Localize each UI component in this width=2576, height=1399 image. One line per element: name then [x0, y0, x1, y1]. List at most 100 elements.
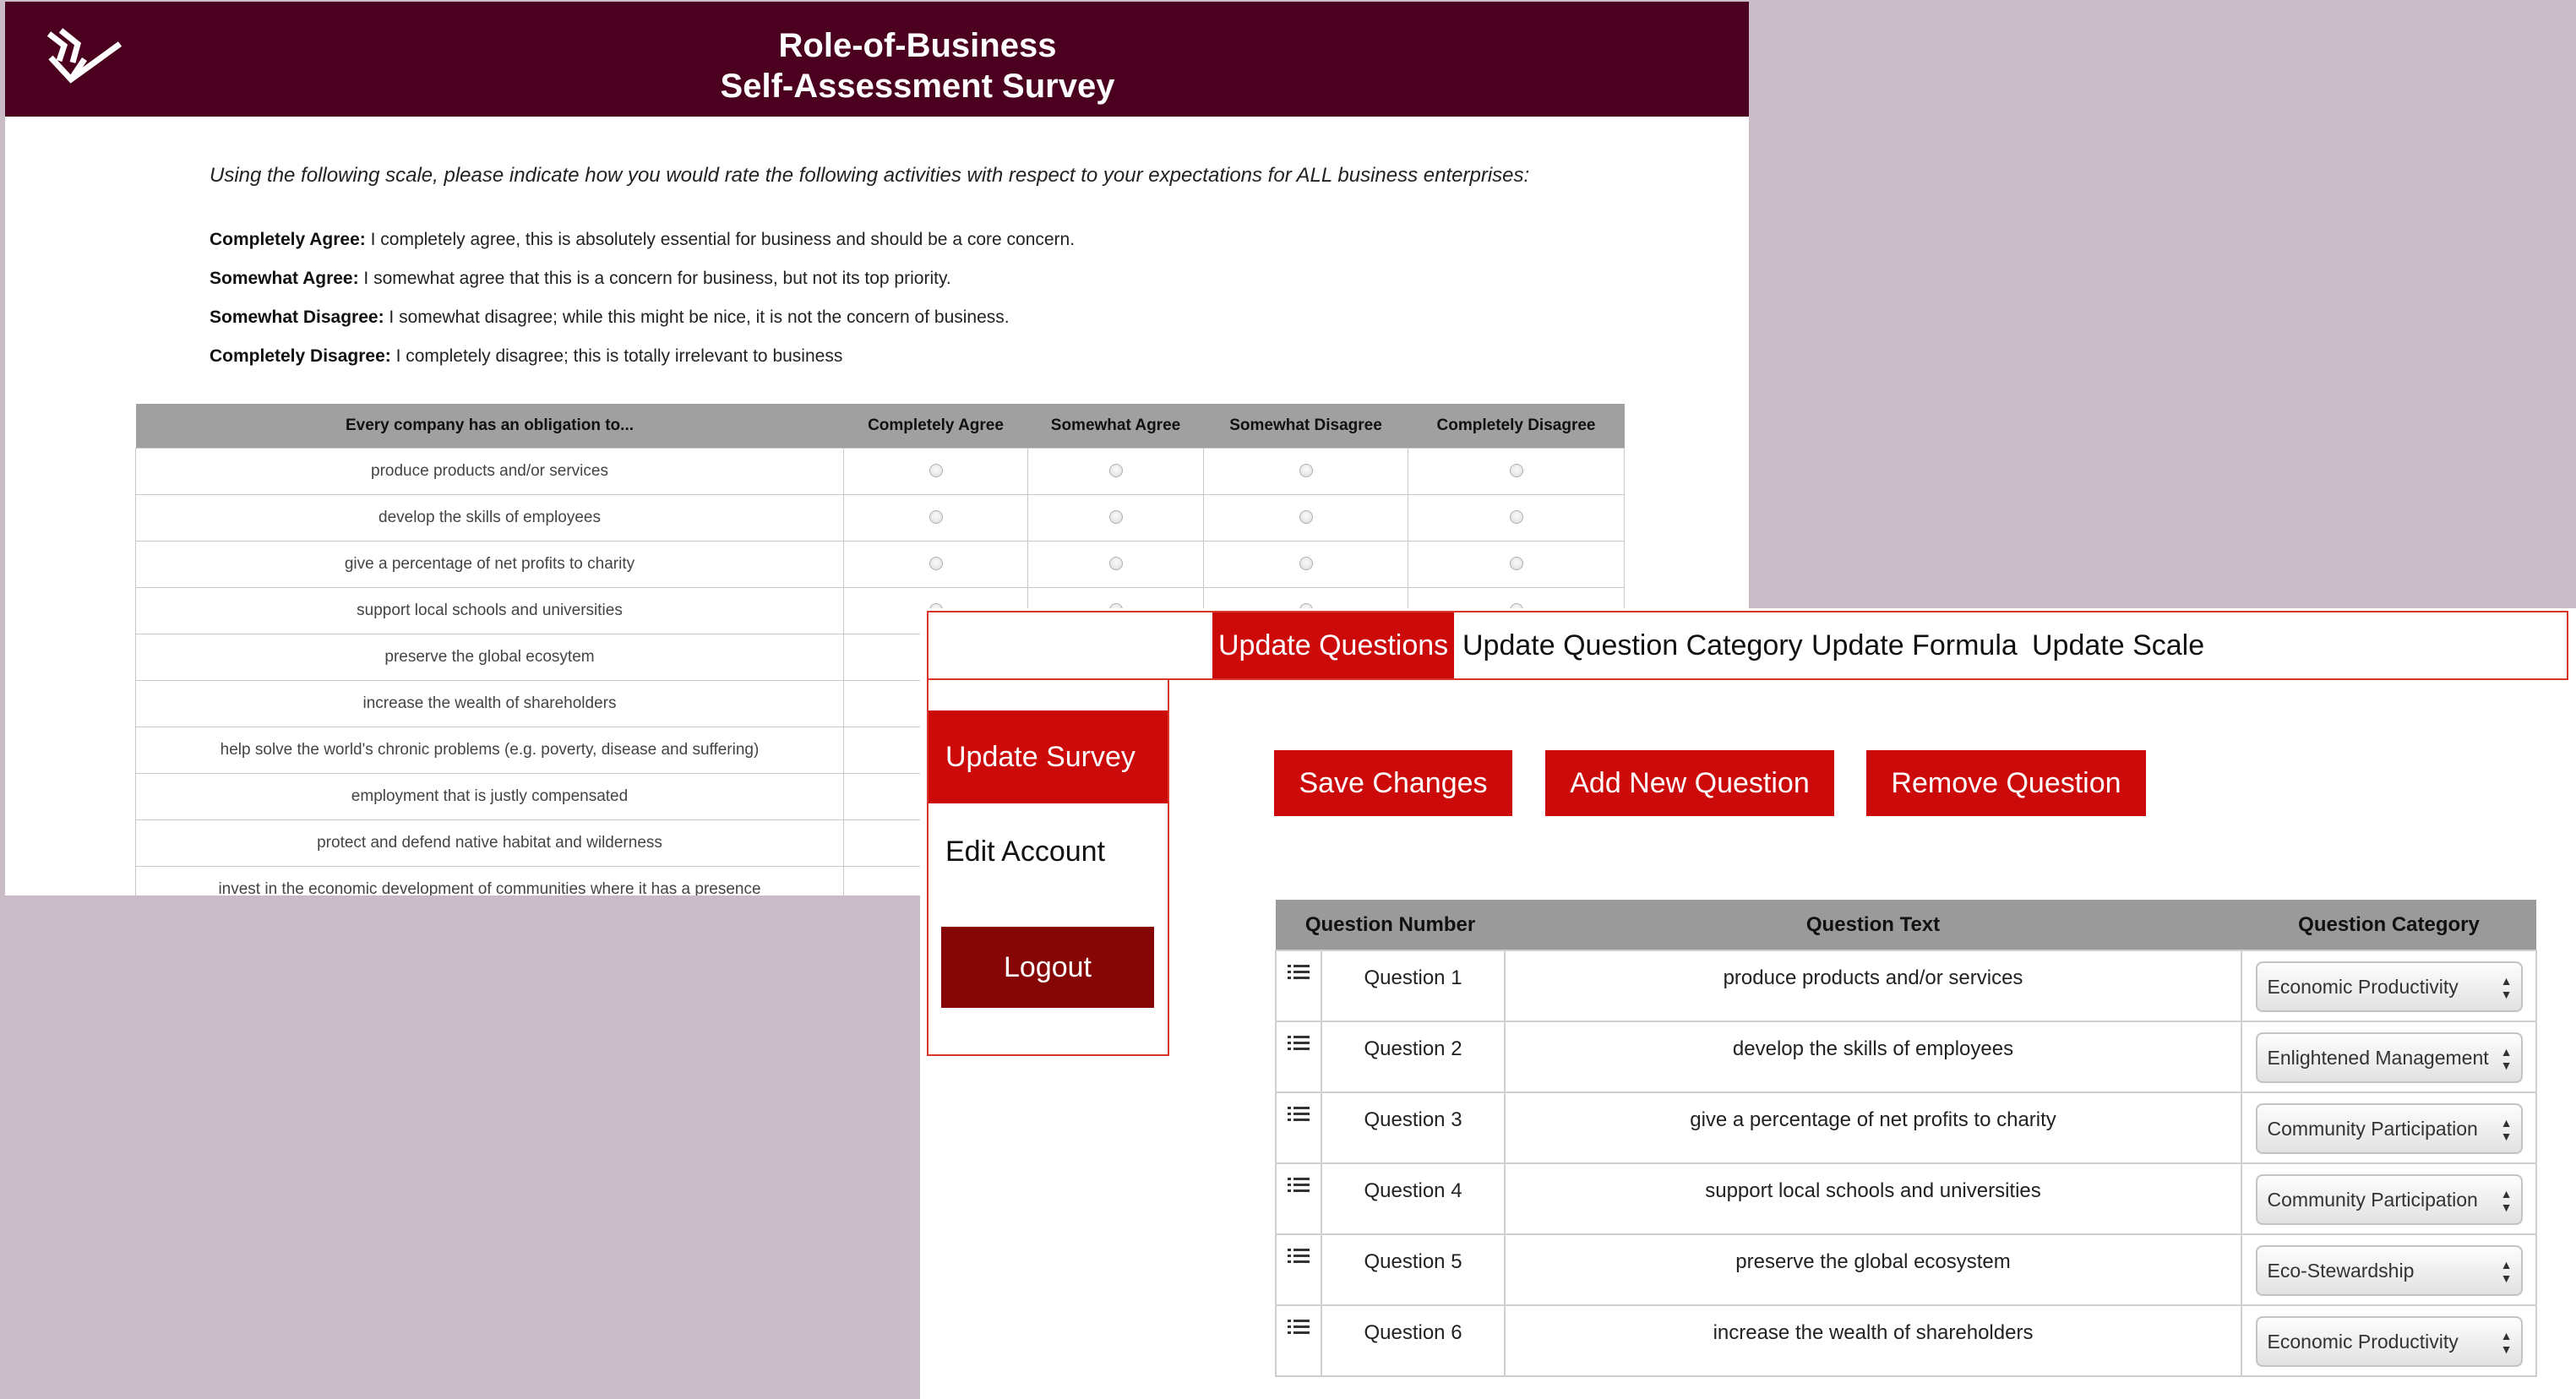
survey-title-line2: Self-Assessment Survey: [720, 68, 1115, 105]
survey-title: Role-of-Business Self-Assessment Survey: [5, 25, 1749, 106]
table-row: Question 6 increase the wealth of shareh…: [1275, 1304, 2538, 1377]
column-header: Every company has an obligation to...: [135, 404, 844, 448]
table-row: Question 1 produce products and/or servi…: [1275, 950, 2538, 1022]
category-value: Enlightened Management: [2267, 1047, 2489, 1069]
updown-arrows-icon: ▲ ▼: [2500, 1116, 2513, 1143]
table-row: develop the skills of employees: [135, 493, 1625, 542]
table-row: Question 4 support local schools and uni…: [1275, 1162, 2538, 1235]
updown-arrows-icon: ▲ ▼: [2500, 1187, 2513, 1214]
list-icon[interactable]: [1288, 963, 1310, 982]
radio-completely-disagree[interactable]: [1509, 510, 1523, 525]
statement: produce products and/or services: [135, 447, 844, 495]
scale-definition: Somewhat Disagree: I somewhat disagree; …: [210, 308, 1010, 328]
category-value: Eco-Stewardship: [2267, 1260, 2415, 1282]
save-changes-button[interactable]: Save Changes: [1274, 750, 1512, 816]
statement: support local schools and universities: [135, 586, 844, 634]
questions-table: Question Number Question Text Question C…: [1275, 900, 2538, 1377]
survey-title-line1: Role-of-Business: [778, 27, 1057, 64]
list-icon[interactable]: [1288, 1318, 1310, 1336]
tab-update-scale[interactable]: Update Scale: [2032, 612, 2204, 678]
sidebar-item-edit-account[interactable]: Edit Account: [929, 805, 1168, 898]
scale-definition: Completely Agree: I completely agree, th…: [210, 230, 1075, 250]
tab-update-questions[interactable]: Update Questions: [1212, 612, 1455, 678]
statement: develop the skills of employees: [135, 493, 844, 542]
statement: invest in the economic development of co…: [135, 865, 844, 895]
category-value: Community Participation: [2267, 1189, 2478, 1211]
radio-somewhat-agree[interactable]: [1108, 510, 1123, 525]
list-icon[interactable]: [1288, 1105, 1310, 1124]
updown-arrows-icon: ▲ ▼: [2500, 1045, 2513, 1072]
radio-completely-disagree[interactable]: [1509, 557, 1523, 571]
scale-definition: Somewhat Agree: I somewhat agree that th…: [210, 269, 951, 289]
sidebar-item-update-survey[interactable]: Update Survey: [929, 710, 1168, 803]
logout-button[interactable]: Logout: [941, 927, 1154, 1008]
column-header: Question Text: [1505, 900, 2242, 950]
question-number: Question 6: [1320, 1304, 1506, 1377]
scale-term: Completely Disagree:: [210, 346, 391, 366]
remove-question-button[interactable]: Remove Question: [1866, 750, 2146, 816]
question-number: Question 1: [1320, 950, 1506, 1022]
table-row: Question 2 develop the skills of employe…: [1275, 1021, 2538, 1093]
column-header: Somewhat Agree: [1027, 404, 1204, 448]
scale-term: Completely Agree:: [210, 230, 366, 249]
column-header: Completely Agree: [843, 404, 1028, 448]
admin-window: Update Questions Update Question Categor…: [920, 608, 2576, 1399]
survey-table-header: Every company has an obligation to... Co…: [135, 404, 1625, 448]
statement: protect and defend native habitat and wi…: [135, 819, 844, 867]
admin-tab-bar: Update Questions Update Question Categor…: [927, 611, 2568, 680]
scale-desc: I completely disagree; this is totally i…: [390, 346, 843, 366]
radio-somewhat-disagree[interactable]: [1299, 557, 1313, 571]
question-number: Question 5: [1320, 1233, 1506, 1306]
updown-arrows-icon: ▲ ▼: [2500, 1258, 2513, 1285]
statement: preserve the global ecosytem: [135, 633, 844, 681]
column-header: Completely Disagree: [1408, 404, 1625, 448]
question-text: support local schools and universities: [1504, 1162, 2243, 1235]
radio-completely-agree[interactable]: [929, 464, 943, 478]
statement: increase the wealth of shareholders: [135, 679, 844, 727]
scale-term: Somewhat Disagree:: [210, 308, 384, 327]
survey-instructions: Using the following scale, please indica…: [210, 164, 1530, 187]
statement: give a percentage of net profits to char…: [135, 540, 844, 588]
statement: employment that is justly compensated: [135, 772, 844, 820]
updown-arrows-icon: ▲ ▼: [2500, 974, 2513, 1001]
radio-somewhat-agree[interactable]: [1108, 464, 1123, 478]
radio-somewhat-disagree[interactable]: [1299, 464, 1313, 478]
survey-header: Role-of-Business Self-Assessment Survey: [5, 2, 1749, 117]
scale-desc: I completely agree, this is absolutely e…: [365, 230, 1076, 249]
scale-term: Somewhat Agree:: [210, 269, 359, 288]
question-category-select[interactable]: Economic Productivity ▲ ▼: [2255, 1316, 2523, 1367]
radio-completely-agree[interactable]: [929, 510, 943, 525]
add-new-question-button[interactable]: Add New Question: [1545, 750, 1834, 816]
radio-somewhat-agree[interactable]: [1108, 557, 1123, 571]
question-category-select[interactable]: Eco-Stewardship ▲ ▼: [2255, 1245, 2523, 1296]
list-icon[interactable]: [1288, 1034, 1310, 1053]
question-text: increase the wealth of shareholders: [1504, 1304, 2243, 1377]
radio-somewhat-disagree[interactable]: [1299, 510, 1313, 525]
question-number: Question 3: [1320, 1091, 1506, 1164]
list-icon[interactable]: [1288, 1176, 1310, 1195]
scale-desc: I somewhat disagree; while this might be…: [384, 308, 1010, 327]
scale-definition: Completely Disagree: I completely disagr…: [210, 346, 842, 367]
question-text: preserve the global ecosystem: [1504, 1233, 2243, 1306]
table-row: Question 5 preserve the global ecosystem…: [1275, 1233, 2538, 1306]
category-value: Community Participation: [2267, 1118, 2478, 1140]
tab-update-formula[interactable]: Update Formula: [1811, 612, 2018, 678]
question-category-select[interactable]: Community Participation ▲ ▼: [2255, 1103, 2523, 1154]
question-category-select[interactable]: Economic Productivity ▲ ▼: [2255, 961, 2523, 1012]
questions-table-header: Question Number Question Text Question C…: [1276, 900, 2537, 950]
question-number: Question 2: [1320, 1021, 1506, 1093]
question-text: produce products and/or services: [1504, 950, 2243, 1022]
question-category-select[interactable]: Community Participation ▲ ▼: [2255, 1174, 2523, 1225]
radio-completely-disagree[interactable]: [1509, 464, 1523, 478]
question-text: develop the skills of employees: [1504, 1021, 2243, 1093]
radio-completely-agree[interactable]: [929, 557, 943, 571]
column-header: Question Category: [2241, 900, 2537, 950]
list-icon[interactable]: [1288, 1247, 1310, 1266]
question-text: give a percentage of net profits to char…: [1504, 1091, 2243, 1164]
admin-sidebar: Update Survey Edit Account Logout: [927, 680, 1169, 1056]
column-header: Somewhat Disagree: [1203, 404, 1408, 448]
question-category-select[interactable]: Enlightened Management ▲ ▼: [2255, 1032, 2523, 1083]
tab-update-question-category[interactable]: Update Question Category: [1462, 612, 1803, 678]
scale-desc: I somewhat agree that this is a concern …: [358, 269, 951, 288]
category-value: Economic Productivity: [2267, 976, 2459, 998]
